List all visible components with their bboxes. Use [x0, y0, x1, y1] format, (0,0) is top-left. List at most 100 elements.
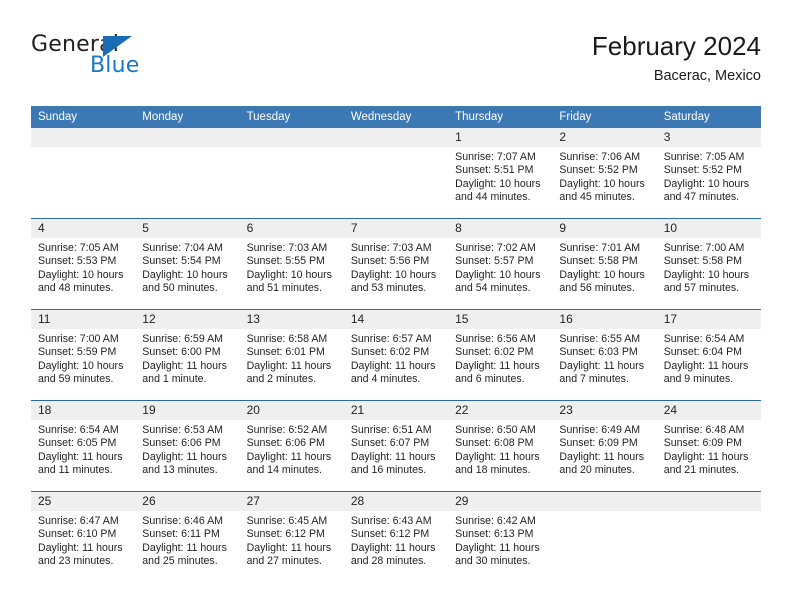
daylight-duration-line1: Daylight: 11 hours [350, 541, 436, 554]
calendar-day-cell[interactable]: 12 Sunrise: 6:59 AM Sunset: 6:00 PM Dayligh… [135, 309, 240, 401]
calendar-day-cell[interactable]: 11 Sunrise: 7:00 AM Sunset: 5:59 PM Dayligh… [31, 309, 136, 401]
calendar-day-cell[interactable]: 14 Sunrise: 6:57 AM Sunset: 6:02 PM Dayligh… [343, 309, 449, 401]
sunrise-time: Sunrise: 7:03 AM [246, 242, 328, 254]
calendar-day-cell[interactable]: 16 Sunrise: 6:55 AM Sunset: 6:03 PM Dayligh… [552, 309, 657, 401]
calendar-day-cell[interactable]: 29 Sunrise: 6:42 AM Sunset: 6:13 PM Dayligh… [448, 491, 553, 582]
sunrise-time: Sunrise: 6:53 AM [142, 424, 223, 436]
daylight-duration-line1: Daylight: 10 hours [350, 268, 437, 281]
calendar-day-cell[interactable]: 22 Sunrise: 6:50 AM Sunset: 6:08 PM Dayligh… [448, 400, 553, 492]
sunrise-time: Sunrise: 7:05 AM [663, 151, 745, 163]
calendar-day-cell[interactable]: 26 Sunrise: 6:46 AM Sunset: 6:11 PM Dayligh… [135, 491, 240, 582]
calendar-day-cell[interactable]: 1 Sunrise: 7:07 AM Sunset: 5:51 PM Daylight… [448, 128, 553, 219]
weekday-header-monday: Monday [135, 106, 240, 128]
calendar-day-cell[interactable]: 3 Sunrise: 7:05 AM Sunset: 5:52 PM Daylight… [656, 128, 761, 219]
calendar-day-cell[interactable]: 15 Sunrise: 6:56 AM Sunset: 6:02 PM Dayligh… [448, 309, 553, 401]
day-details: Sunrise: 7:00 AM Sunset: 5:59 PM Daylight:… [31, 329, 135, 387]
daylight-duration-line1: Daylight: 11 hours [246, 450, 332, 463]
sunset-time: Sunset: 5:58 PM [663, 255, 743, 268]
calendar-day-cell[interactable]: 10 Sunrise: 7:00 AM Sunset: 5:58 PM Dayligh… [656, 218, 761, 310]
sunrise-time: Sunrise: 7:06 AM [559, 151, 641, 163]
daylight-duration-line2: and 1 minute. [142, 373, 207, 386]
sunset-time: Sunset: 5:52 PM [559, 164, 638, 177]
sunrise-time: Sunrise: 6:59 AM [142, 333, 223, 345]
daylight-duration-line2: and 7 minutes. [559, 373, 629, 386]
day-number: 12 [135, 310, 240, 329]
day-number: 2 [552, 128, 657, 147]
sunset-time: Sunset: 5:56 PM [350, 255, 430, 268]
daylight-duration-line1: Daylight: 10 hours [559, 268, 645, 281]
day-number: 1 [448, 128, 553, 147]
sunset-time: Sunset: 6:02 PM [455, 346, 534, 359]
calendar-day-cell[interactable]: 6 Sunrise: 7:03 AM Sunset: 5:55 PM Daylight… [239, 218, 344, 310]
daylight-duration-line1: Daylight: 10 hours [663, 268, 750, 281]
daylight-duration-line1: Daylight: 10 hours [38, 359, 124, 372]
page-title: February 2024 [591, 31, 761, 61]
day-number: 22 [448, 401, 553, 420]
day-number [552, 492, 657, 511]
calendar-day-cell[interactable]: 27 Sunrise: 6:45 AM Sunset: 6:12 PM Dayligh… [239, 491, 344, 582]
day-number: 18 [31, 401, 136, 420]
sunset-time: Sunset: 6:00 PM [142, 346, 221, 359]
daylight-duration-line2: and 16 minutes. [350, 464, 427, 477]
day-details: Sunrise: 6:54 AM Sunset: 6:04 PM Daylight:… [657, 329, 761, 387]
day-number: 7 [343, 219, 449, 238]
calendar-day-cell[interactable]: 19 Sunrise: 6:53 AM Sunset: 6:06 PM Dayligh… [135, 400, 240, 492]
daylight-duration-line2: and 6 minutes. [455, 373, 525, 386]
day-details: Sunrise: 6:47 AM Sunset: 6:10 PM Daylight:… [31, 511, 135, 569]
sunrise-time: Sunrise: 6:55 AM [559, 333, 641, 345]
daylight-duration-line2: and 14 minutes. [246, 464, 322, 477]
calendar-day-cell[interactable]: 24 Sunrise: 6:48 AM Sunset: 6:09 PM Dayligh… [656, 400, 761, 492]
day-number: 5 [135, 219, 240, 238]
logo-text-blue: Blue [90, 53, 140, 78]
daylight-duration-line2: and 59 minutes. [38, 373, 114, 386]
sunrise-time: Sunrise: 6:48 AM [663, 424, 745, 436]
calendar-day-cell[interactable]: 5 Sunrise: 7:04 AM Sunset: 5:54 PM Daylight… [135, 218, 240, 310]
calendar-table: Sunday Monday Tuesday Wednesday Thursday Frid… [31, 106, 761, 582]
daylight-duration-line2: and 23 minutes. [38, 555, 114, 568]
page-header: General Blue February 2024 Bacerac, Mexi… [0, 0, 792, 84]
calendar-day-cell[interactable]: 4 Sunrise: 7:05 AM Sunset: 5:53 PM Daylight… [31, 218, 136, 310]
day-number: 8 [448, 219, 553, 238]
calendar-day-cell[interactable]: 7 Sunrise: 7:03 AM Sunset: 5:56 PM Daylight… [343, 218, 449, 310]
weekday-header-saturday: Saturday [656, 106, 761, 128]
sunset-time: Sunset: 5:51 PM [455, 164, 534, 177]
sunset-time: Sunset: 6:01 PM [246, 346, 325, 359]
sunset-time: Sunset: 6:10 PM [38, 528, 117, 541]
calendar-day-cell[interactable]: 13 Sunrise: 6:58 AM Sunset: 6:01 PM Dayligh… [239, 309, 344, 401]
daylight-duration-line1: Daylight: 10 hours [142, 268, 228, 281]
day-number: 26 [135, 492, 240, 511]
day-details: Sunrise: 6:48 AM Sunset: 6:09 PM Daylight:… [657, 420, 761, 478]
calendar-day-cell[interactable]: 2 Sunrise: 7:06 AM Sunset: 5:52 PM Daylight… [552, 128, 657, 219]
daylight-duration-line1: Daylight: 10 hours [38, 268, 124, 281]
calendar-day-cell[interactable]: 8 Sunrise: 7:02 AM Sunset: 5:57 PM Daylight… [448, 218, 553, 310]
calendar-day-cell[interactable]: 23 Sunrise: 6:49 AM Sunset: 6:09 PM Dayligh… [552, 400, 657, 492]
day-details: Sunrise: 7:05 AM Sunset: 5:52 PM Daylight:… [657, 147, 761, 205]
calendar-day-cell[interactable]: 25 Sunrise: 6:47 AM Sunset: 6:10 PM Dayligh… [31, 491, 136, 582]
day-number: 15 [448, 310, 553, 329]
calendar-day-cell-empty [135, 128, 240, 219]
day-details: Sunrise: 6:59 AM Sunset: 6:00 PM Daylight:… [135, 329, 239, 387]
sunset-time: Sunset: 5:53 PM [38, 255, 117, 268]
daylight-duration-line1: Daylight: 10 hours [455, 177, 541, 190]
calendar-day-cell[interactable]: 18 Sunrise: 6:54 AM Sunset: 6:05 PM Dayligh… [31, 400, 136, 492]
calendar-day-cell[interactable]: 21 Sunrise: 6:51 AM Sunset: 6:07 PM Dayligh… [343, 400, 449, 492]
day-number: 3 [656, 128, 761, 147]
day-details: Sunrise: 6:58 AM Sunset: 6:01 PM Daylight:… [240, 329, 344, 387]
daylight-duration-line1: Daylight: 10 hours [246, 268, 332, 281]
daylight-duration-line1: Daylight: 11 hours [246, 359, 332, 372]
daylight-duration-line1: Daylight: 11 hours [38, 541, 123, 554]
sunset-time: Sunset: 6:07 PM [350, 437, 430, 450]
day-number [31, 128, 136, 147]
sunset-time: Sunset: 6:06 PM [246, 437, 325, 450]
calendar-week-row: 18 Sunrise: 6:54 AM Sunset: 6:05 PM Dayligh… [31, 400, 761, 492]
calendar-day-cell[interactable]: 17 Sunrise: 6:54 AM Sunset: 6:04 PM Dayligh… [656, 309, 761, 401]
calendar-day-cell[interactable]: 28 Sunrise: 6:43 AM Sunset: 6:12 PM Dayligh… [343, 491, 449, 582]
calendar-day-cell[interactable]: 20 Sunrise: 6:52 AM Sunset: 6:06 PM Dayligh… [239, 400, 344, 492]
daylight-duration-line2: and 28 minutes. [350, 555, 427, 568]
calendar-day-cell[interactable]: 9 Sunrise: 7:01 AM Sunset: 5:58 PM Daylight… [552, 218, 657, 310]
sunrise-time: Sunrise: 6:52 AM [246, 424, 328, 436]
daylight-duration-line2: and 57 minutes. [663, 282, 740, 295]
general-blue-logo[interactable]: General Blue [31, 33, 171, 81]
sunrise-time: Sunrise: 7:01 AM [559, 242, 641, 254]
sunset-time: Sunset: 6:11 PM [142, 528, 220, 541]
